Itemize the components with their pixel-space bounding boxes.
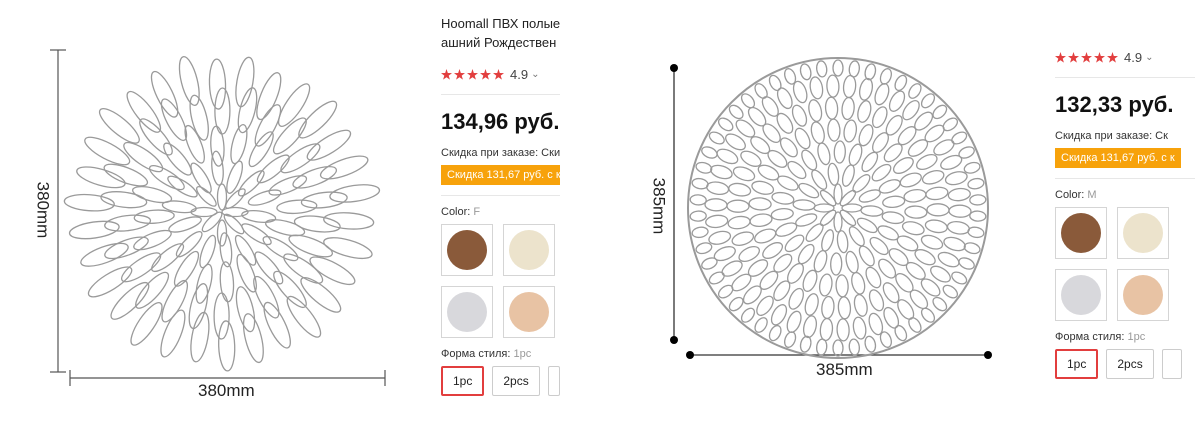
style-label: Форма стиля: 1pc (441, 348, 560, 360)
style-option-more[interactable] (1161, 349, 1182, 379)
swatch-cream-image (509, 230, 549, 270)
divider (1055, 77, 1195, 78)
swatch-brown[interactable] (1055, 207, 1107, 259)
style-label: Форма стиля: 1pc (1055, 331, 1195, 343)
left-product-info: Hoomall ПВХ полые ашний Рождествен 4.9 ⌄… (441, 14, 560, 414)
swatch-brown[interactable] (441, 224, 493, 276)
star-icon (1055, 51, 1066, 63)
star-icon (467, 68, 478, 80)
left-placemat-flower-image (63, 56, 381, 372)
star-icon (454, 68, 465, 80)
style-option-more[interactable] (547, 366, 560, 396)
swatch-brown-image (447, 230, 487, 270)
star-icon (1094, 51, 1105, 63)
style-value: 1pc (513, 348, 532, 360)
discount-badge: Скидка 131,67 руб. с к (1055, 148, 1181, 168)
color-label-text: Color: (1055, 189, 1085, 201)
swatch-cream[interactable] (1117, 207, 1169, 259)
left-height-label: 380mm (33, 181, 53, 239)
style-value: 1pc (1127, 331, 1146, 343)
swatch-cream-image (1123, 213, 1163, 253)
rating-stars (1055, 51, 1118, 63)
divider (441, 94, 560, 95)
discount-badge: Скидка 131,67 руб. с к (441, 165, 560, 185)
color-swatches (441, 224, 560, 338)
swatch-rose-gold[interactable] (1117, 269, 1169, 321)
swatch-rose-gold-image (1123, 275, 1163, 315)
color-label: Color: M (1055, 189, 1195, 201)
star-icon (1068, 51, 1079, 63)
rating-value: 4.9 (1124, 49, 1143, 65)
swatch-cream[interactable] (503, 224, 555, 276)
price: 132,33 руб. (1055, 92, 1174, 117)
left-product-image: 380mm 380mm (0, 0, 420, 421)
product-title-line-2[interactable]: ашний Рождествен (441, 33, 560, 52)
left-product-panel: 380mm 380mm Hoomall ПВХ полые ашний Рожд… (0, 0, 600, 421)
star-icon (1081, 51, 1092, 63)
style-option-2pcs[interactable]: 2pcs (1106, 349, 1154, 379)
swatch-silver[interactable] (1055, 269, 1107, 321)
style-option-1pc[interactable]: 1pc (1055, 349, 1099, 379)
product-title-line-1[interactable]: Hoomall ПВХ полые (441, 14, 560, 33)
style-option-1pc[interactable]: 1pc (441, 366, 485, 396)
rating-stars (441, 68, 504, 80)
star-icon (441, 68, 452, 80)
swatch-rose-gold-image (509, 292, 549, 332)
divider (1055, 178, 1195, 179)
swatch-brown-image (1061, 213, 1101, 253)
style-options: 1pc 2pcs (441, 366, 560, 396)
rating-row[interactable]: 4.9 ⌄ (1055, 47, 1195, 67)
rating-row[interactable]: 4.9 ⌄ (441, 64, 560, 84)
color-label: Color: F (441, 206, 560, 218)
style-label-text: Форма стиля: (1055, 331, 1125, 343)
star-icon (493, 68, 504, 80)
price: 134,96 руб. (441, 109, 560, 134)
divider (441, 195, 560, 196)
right-product-info: 4.9 ⌄ 132,33 руб. Скидка при заказе: Ск … (1055, 47, 1195, 417)
swatch-silver-image (447, 292, 487, 332)
style-options: 1pc 2pcs (1055, 349, 1195, 379)
star-icon (480, 68, 491, 80)
color-value: F (473, 206, 481, 218)
right-width-label: 385mm (816, 360, 873, 379)
color-value: M (1087, 189, 1097, 201)
color-label-text: Color: (441, 206, 471, 218)
swatch-silver[interactable] (441, 286, 493, 338)
star-icon (1107, 51, 1118, 63)
right-height-label: 385mm (649, 177, 669, 235)
style-label-text: Форма стиля: (441, 348, 511, 360)
right-product-image: 385mm 385mm (600, 0, 1050, 421)
left-width-label: 380mm (198, 381, 255, 400)
swatch-silver-image (1061, 275, 1101, 315)
rating-value: 4.9 (510, 66, 529, 82)
discount-text: Скидка при заказе: Ски (441, 147, 560, 159)
right-product-panel: 385mm 385mm 4.9 ⌄ 132,33 руб. Скидка при… (600, 0, 1200, 421)
swatch-rose-gold[interactable] (503, 286, 555, 338)
discount-text: Скидка при заказе: Ск (1055, 130, 1168, 142)
chevron-down-icon[interactable]: ⌄ (531, 69, 539, 80)
color-swatches (1055, 207, 1195, 321)
chevron-down-icon[interactable]: ⌄ (1145, 52, 1153, 63)
style-option-2pcs[interactable]: 2pcs (492, 366, 540, 396)
